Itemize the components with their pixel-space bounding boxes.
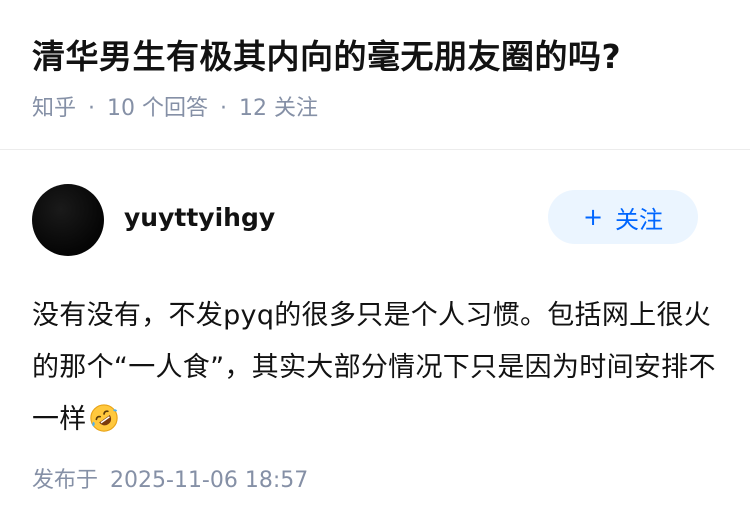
answer-content: 没有没有，不发pyq的很多只是个人习惯。包括网上很火的那个“一人食”，其实大部分… (32, 290, 722, 446)
answer-page: 清华男生有极其内向的毫无朋友圈的吗? 知乎 · 10 个回答 · 12 关注 yuytt… (0, 0, 750, 530)
answer-card: yuyttyihgy + 关注 没有没有，不发pyq的很多只是个人习惯。包括网上… (0, 150, 750, 446)
source-label[interactable]: 知乎 (32, 96, 76, 121)
meta-separator: · (220, 96, 228, 121)
answer-text: 没有没有，不发pyq的很多只是个人习惯。包括网上很火的那个“一人食”，其实大部分… (32, 300, 716, 435)
author-name[interactable]: yuyttyihgy (124, 198, 275, 238)
question-header: 清华男生有极其内向的毫无朋友圈的吗? 知乎 · 10 个回答 · 12 关注 (0, 0, 750, 150)
rolling-on-floor-laughing-icon (89, 404, 118, 432)
author-row: yuyttyihgy + 关注 (32, 150, 718, 290)
follow-button[interactable]: + 关注 (548, 190, 698, 244)
plus-icon: + (582, 203, 604, 231)
follow-button-label: 关注 (615, 205, 664, 234)
published-time: 2025-11-06 18:57 (110, 468, 309, 493)
avatar[interactable] (32, 184, 104, 256)
published-label: 发布于 (32, 468, 99, 493)
follower-count[interactable]: 12 关注 (239, 96, 318, 121)
publish-info: 发布于 2025-11-06 18:57 (32, 462, 308, 494)
meta-separator: · (88, 96, 96, 121)
question-meta: 知乎 · 10 个回答 · 12 关注 (32, 94, 718, 124)
answer-count[interactable]: 10 个回答 (107, 96, 208, 121)
question-title[interactable]: 清华男生有极其内向的毫无朋友圈的吗? (32, 34, 718, 80)
